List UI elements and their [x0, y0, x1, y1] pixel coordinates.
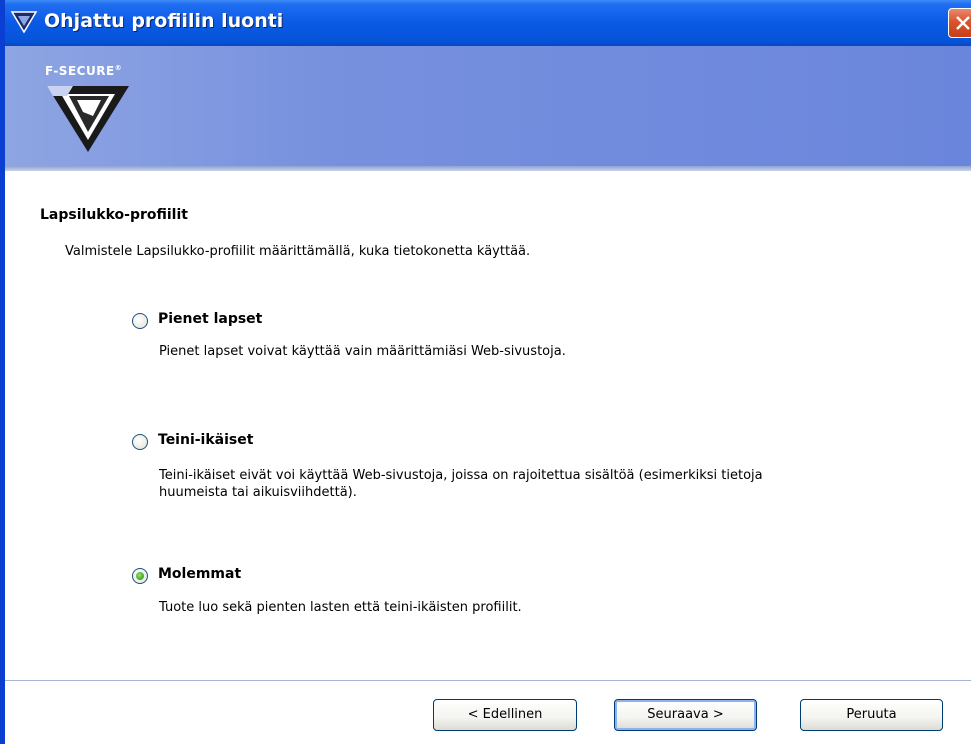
section-description: Valmistele Lapsilukko-profiilit määrittä…	[65, 244, 531, 259]
f-secure-logo-icon	[10, 11, 38, 34]
option-description: Tuote luo sekä pienten lasten että teini…	[159, 600, 522, 615]
option-label[interactable]: Molemmat	[158, 566, 241, 582]
radio-small-children[interactable]	[132, 313, 148, 329]
section-title: Lapsilukko-profiilit	[40, 207, 188, 223]
footer-separator	[5, 680, 971, 681]
wizard-window: Ohjattu profiilin luonti F-SECURE® Lapsi…	[0, 0, 971, 744]
header-banner: F-SECURE®	[5, 46, 971, 166]
banner-separator	[5, 166, 971, 171]
brand-name: F-SECURE®	[45, 64, 123, 78]
title-bar[interactable]: Ohjattu profiilin luonti	[0, 0, 971, 46]
next-button[interactable]: Seuraava >	[614, 699, 757, 731]
option-description: Pienet lapset voivat käyttää vain määrit…	[159, 344, 566, 359]
close-icon	[956, 16, 970, 30]
radio-teenagers[interactable]	[132, 434, 148, 450]
window-title: Ohjattu profiilin luonti	[44, 10, 284, 32]
radio-both[interactable]	[132, 568, 148, 584]
f-secure-logo	[47, 86, 129, 152]
option-label[interactable]: Teini-ikäiset	[158, 432, 253, 448]
cancel-button[interactable]: Peruuta	[800, 699, 943, 731]
option-label[interactable]: Pienet lapset	[158, 311, 262, 327]
close-button[interactable]	[948, 8, 971, 38]
option-description-line: Teini-ikäiset eivät voi käyttää Web-sivu…	[159, 468, 763, 483]
back-button[interactable]: < Edellinen	[433, 699, 577, 731]
option-description-line: huumeista tai aikuisviihdettä).	[159, 485, 357, 500]
